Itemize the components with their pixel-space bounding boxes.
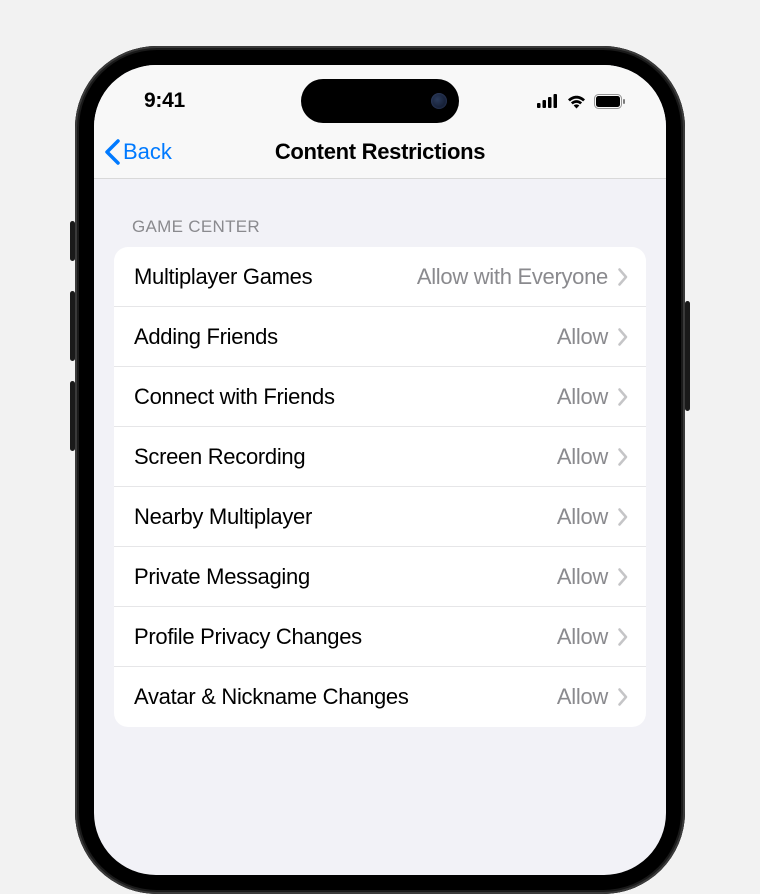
screen: 9:41: [94, 65, 666, 875]
battery-icon: [594, 94, 626, 109]
status-time: 9:41: [144, 77, 185, 113]
settings-list: Multiplayer Games Allow with Everyone Ad…: [114, 247, 646, 727]
chevron-right-icon: [618, 448, 628, 466]
status-bar: 9:41: [94, 65, 666, 125]
wifi-icon: [566, 94, 587, 109]
row-label: Nearby Multiplayer: [134, 504, 557, 530]
row-connect-with-friends[interactable]: Connect with Friends Allow: [114, 367, 646, 427]
row-label: Screen Recording: [134, 444, 557, 470]
chevron-right-icon: [618, 328, 628, 346]
row-profile-privacy-changes[interactable]: Profile Privacy Changes Allow: [114, 607, 646, 667]
row-value: Allow with Everyone: [417, 264, 608, 290]
row-nearby-multiplayer[interactable]: Nearby Multiplayer Allow: [114, 487, 646, 547]
row-label: Profile Privacy Changes: [134, 624, 557, 650]
row-value: Allow: [557, 684, 608, 710]
row-label: Multiplayer Games: [134, 264, 417, 290]
back-button[interactable]: Back: [104, 139, 172, 165]
row-value: Allow: [557, 384, 608, 410]
row-value: Allow: [557, 624, 608, 650]
front-camera: [431, 93, 447, 109]
row-value: Allow: [557, 444, 608, 470]
row-value: Allow: [557, 504, 608, 530]
section-header: GAME CENTER: [114, 203, 646, 247]
row-label: Private Messaging: [134, 564, 557, 590]
row-label: Connect with Friends: [134, 384, 557, 410]
page-title: Content Restrictions: [275, 139, 485, 165]
chevron-right-icon: [618, 268, 628, 286]
volume-down-button: [70, 381, 75, 451]
cellular-icon: [537, 94, 559, 108]
back-label: Back: [123, 139, 172, 165]
chevron-right-icon: [618, 688, 628, 706]
phone-frame: 9:41: [75, 46, 685, 894]
chevron-left-icon: [104, 139, 121, 165]
power-button: [685, 301, 690, 411]
row-value: Allow: [557, 324, 608, 350]
row-avatar-nickname-changes[interactable]: Avatar & Nickname Changes Allow: [114, 667, 646, 727]
row-screen-recording[interactable]: Screen Recording Allow: [114, 427, 646, 487]
content-area: GAME CENTER Multiplayer Games Allow with…: [94, 179, 666, 727]
chevron-right-icon: [618, 628, 628, 646]
chevron-right-icon: [618, 508, 628, 526]
row-value: Allow: [557, 564, 608, 590]
row-label: Avatar & Nickname Changes: [134, 684, 557, 710]
phone-bezel: 9:41: [89, 60, 671, 880]
mute-switch: [70, 221, 75, 261]
row-label: Adding Friends: [134, 324, 557, 350]
chevron-right-icon: [618, 388, 628, 406]
dynamic-island: [301, 79, 459, 123]
nav-bar: Back Content Restrictions: [94, 125, 666, 179]
status-icons: [537, 82, 626, 109]
row-adding-friends[interactable]: Adding Friends Allow: [114, 307, 646, 367]
volume-up-button: [70, 291, 75, 361]
row-multiplayer-games[interactable]: Multiplayer Games Allow with Everyone: [114, 247, 646, 307]
row-private-messaging[interactable]: Private Messaging Allow: [114, 547, 646, 607]
chevron-right-icon: [618, 568, 628, 586]
